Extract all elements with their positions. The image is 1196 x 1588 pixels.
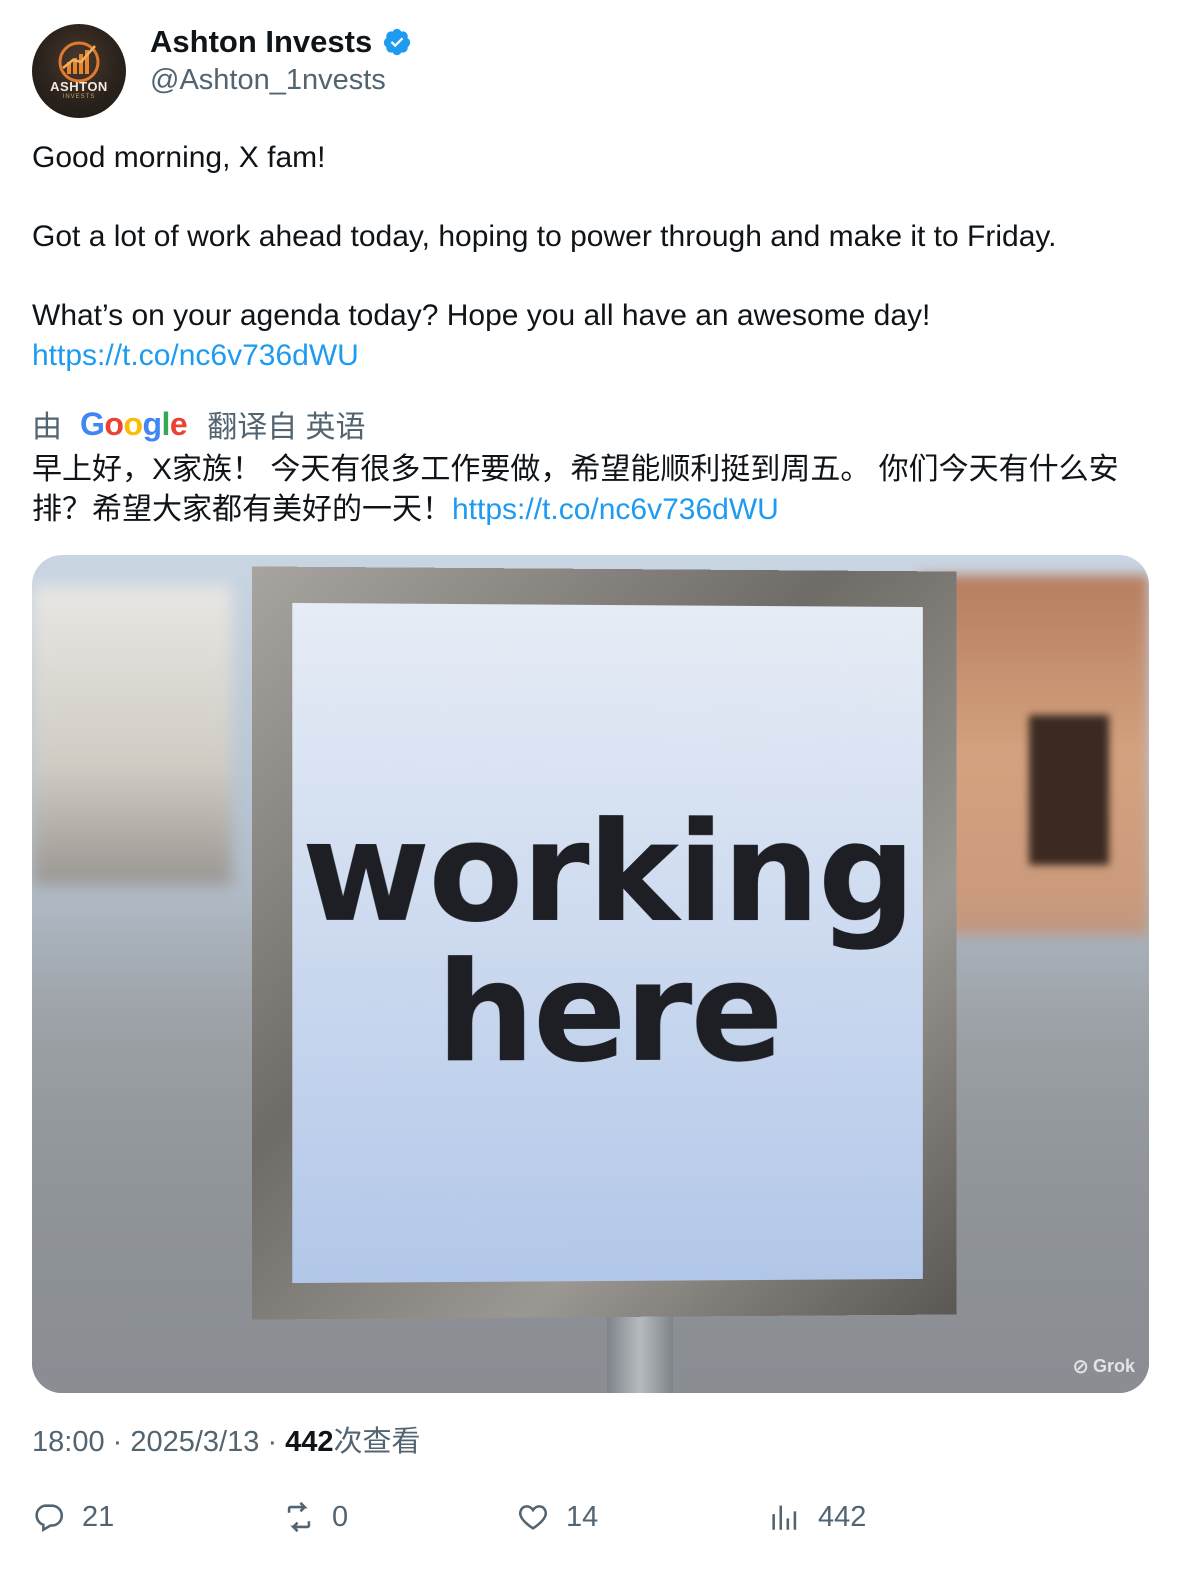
views-count: 442 bbox=[285, 1426, 333, 1458]
google-logo-icon: Google bbox=[80, 406, 187, 443]
views-count-action: 442 bbox=[818, 1501, 866, 1534]
views-label: 次查看 bbox=[334, 1426, 421, 1458]
grok-icon: ⊘ bbox=[1072, 1354, 1089, 1379]
heart-icon bbox=[516, 1500, 550, 1534]
tweet-time[interactable]: 18:00 bbox=[32, 1426, 105, 1458]
tweet-image[interactable]: working here ⊘ Grok bbox=[32, 555, 1149, 1393]
repost-count: 0 bbox=[332, 1501, 348, 1534]
like-button[interactable]: 14 bbox=[516, 1500, 598, 1534]
tweet: ASHTON INVESTS Ashton Invests @Ashton_1n… bbox=[0, 0, 1196, 1588]
chart-logo-icon bbox=[55, 40, 103, 84]
translation-attribution: 由 Google 翻译自 英语 bbox=[32, 402, 366, 446]
repost-icon bbox=[282, 1500, 316, 1534]
user-info: Ashton Invests @Ashton_1nvests bbox=[150, 24, 412, 120]
sign-frame: working here bbox=[252, 566, 957, 1319]
reply-button[interactable]: 21 bbox=[32, 1500, 114, 1534]
tweet-link[interactable]: https://t.co/nc6v736dWU bbox=[32, 339, 359, 372]
tweet-meta: 18:00 · 2025/3/13 · 442次查看 bbox=[32, 1418, 421, 1460]
like-count: 14 bbox=[566, 1501, 598, 1534]
tweet-line-1: Good morning, X fam! bbox=[32, 138, 1164, 178]
avatar-text: ASHTON bbox=[50, 79, 108, 94]
repost-button[interactable]: 0 bbox=[282, 1500, 348, 1534]
sign-text-line-1: working bbox=[302, 802, 914, 943]
verified-badge-icon bbox=[382, 27, 412, 57]
tweet-line-2: Got a lot of work ahead today, hoping to… bbox=[32, 217, 1164, 257]
handle[interactable]: @Ashton_1nvests bbox=[150, 64, 412, 97]
avatar-subtext: INVESTS bbox=[63, 94, 96, 100]
translated-text: 早上好，X家族！ 今天有很多工作要做，希望能顺利挺到周五。 你们今天有什么安排？… bbox=[32, 450, 1164, 530]
tweet-line-3: What’s on your agenda today? Hope you al… bbox=[32, 296, 1164, 336]
views-button[interactable]: 442 bbox=[768, 1500, 866, 1534]
avatar[interactable]: ASHTON INVESTS bbox=[32, 24, 126, 118]
action-bar: 21 0 14 442 bbox=[32, 1500, 1164, 1544]
translation-suffix: 翻译自 英语 bbox=[207, 402, 365, 446]
tweet-text: Good morning, X fam! Got a lot of work a… bbox=[32, 138, 1164, 375]
background-building-left bbox=[32, 585, 232, 885]
reply-icon bbox=[32, 1500, 66, 1534]
tweet-header: ASHTON INVESTS Ashton Invests @Ashton_1n… bbox=[32, 24, 1164, 120]
display-name[interactable]: Ashton Invests bbox=[150, 24, 372, 60]
grok-label: Grok bbox=[1093, 1356, 1135, 1377]
background-window bbox=[1029, 715, 1109, 865]
sign-face: working here bbox=[292, 603, 923, 1283]
analytics-icon bbox=[768, 1500, 802, 1534]
translation-prefix: 由 bbox=[32, 402, 62, 446]
reply-count: 21 bbox=[82, 1501, 114, 1534]
sign-text-line-2: here bbox=[436, 943, 781, 1083]
translated-link[interactable]: https://t.co/nc6v736dWU bbox=[452, 493, 779, 526]
tweet-date[interactable]: 2025/3/13 bbox=[130, 1426, 259, 1458]
grok-watermark: ⊘ Grok bbox=[1072, 1354, 1135, 1379]
